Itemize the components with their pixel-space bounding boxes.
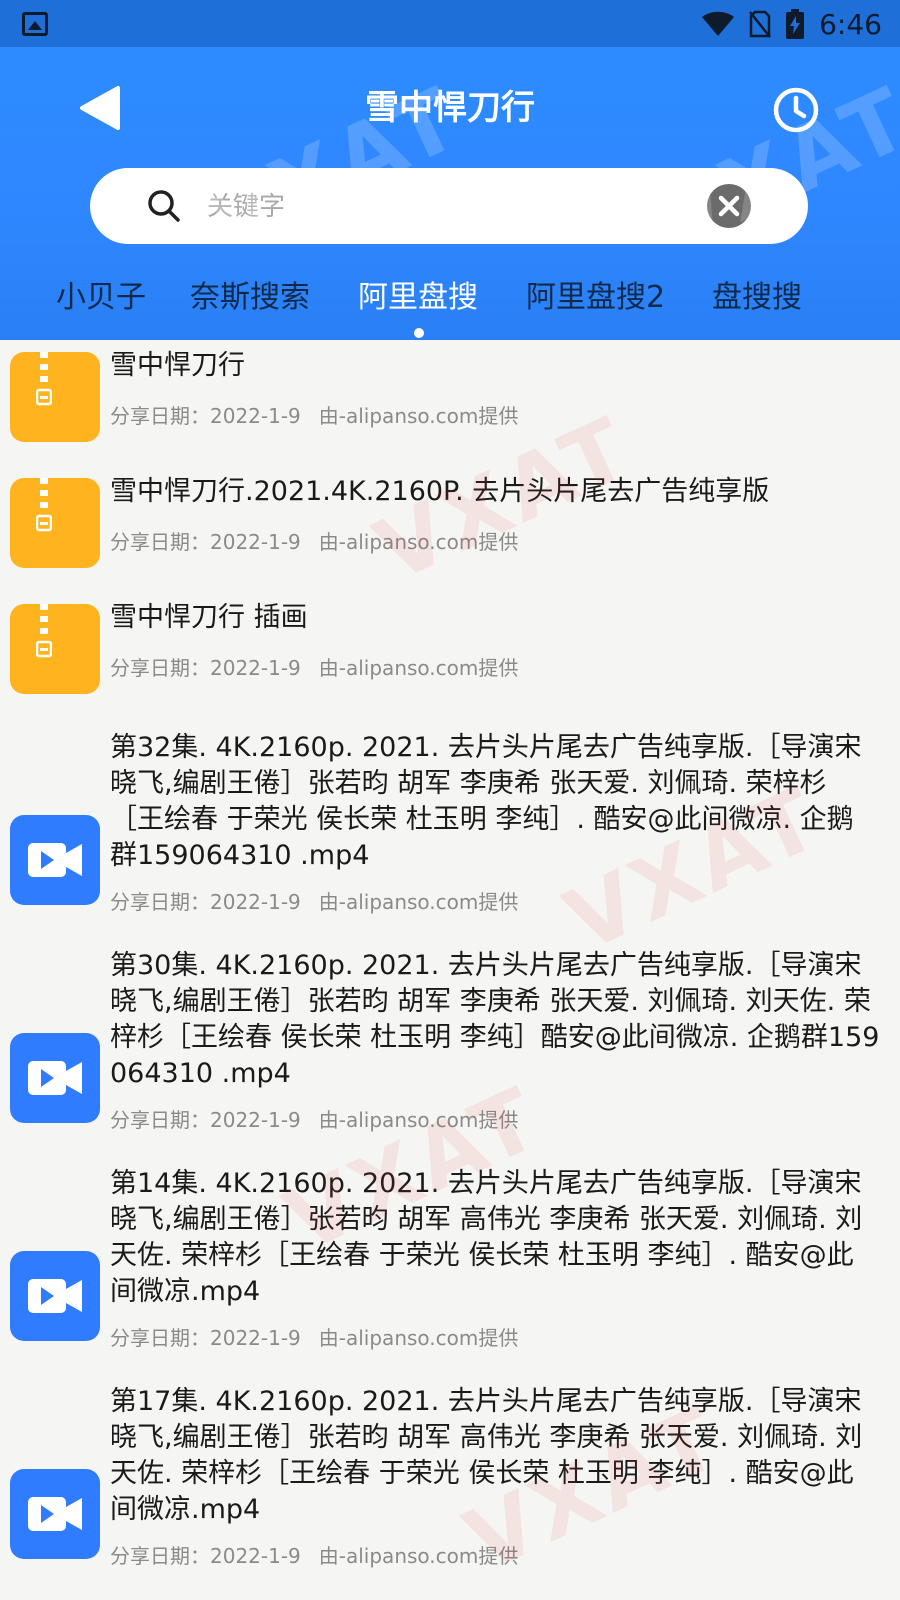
zip-icon — [10, 352, 100, 442]
result-meta: 分享日期：2022-1-9 由-alipanso.com提供 — [110, 528, 518, 556]
result-title: 第32集. 4K.2160p. 2021. 去片头片尾去广告纯享版.［导演宋晓飞… — [110, 732, 862, 871]
result-source: 由-alipanso.com提供 — [318, 656, 519, 680]
status-time: 6:46 — [819, 7, 882, 41]
list-item[interactable]: 第14集. 4K.2160p. 2021. 去片头片尾去广告纯享版.［导演宋晓飞… — [0, 1166, 900, 1366]
list-item[interactable]: 雪中悍刀行 插画 分享日期：2022-1-9 由-alipanso.com提供 — [0, 592, 900, 712]
no-sim-icon — [749, 10, 772, 38]
search-bar — [90, 168, 808, 244]
list-item[interactable]: 第30集. 4K.2160p. 2021. 去片头片尾去广告纯享版.［导演宋晓飞… — [0, 948, 900, 1148]
share-date: 分享日期：2022-1-9 — [110, 1326, 301, 1350]
source-tabs: 小贝子 奈斯搜索 阿里盘搜 阿里盘搜2 盘搜搜 — [0, 270, 900, 330]
tab-alipan-search-2[interactable]: 阿里盘搜2 — [526, 270, 665, 326]
status-icons: 6:46 — [701, 6, 882, 42]
result-source: 由-alipanso.com提供 — [318, 1326, 519, 1350]
list-item[interactable]: 第32集. 4K.2160p. 2021. 去片头片尾去广告纯享版.［导演宋晓飞… — [0, 730, 900, 930]
battery-charging-icon — [786, 9, 805, 39]
result-title: 雪中悍刀行.2021.4K.2160P. 去片头片尾去广告纯享版 — [110, 476, 770, 507]
wifi-icon — [702, 11, 735, 36]
result-meta: 分享日期：2022-1-9 由-alipanso.com提供 — [110, 402, 518, 430]
result-meta: 分享日期：2022-1-9 由-alipanso.com提供 — [110, 1106, 518, 1134]
result-source: 由-alipanso.com提供 — [318, 1108, 519, 1132]
list-item[interactable]: 第17集. 4K.2160p. 2021. 去片头片尾去广告纯享版.［导演宋晓飞… — [0, 1384, 900, 1584]
share-date: 分享日期：2022-1-9 — [110, 890, 301, 914]
video-icon — [10, 1251, 100, 1341]
result-title: 第14集. 4K.2160p. 2021. 去片头片尾去广告纯享版.［导演宋晓飞… — [110, 1168, 863, 1307]
share-date: 分享日期：2022-1-9 — [110, 530, 301, 554]
result-source: 由-alipanso.com提供 — [318, 890, 519, 914]
image-icon — [22, 12, 48, 36]
search-icon — [148, 190, 180, 222]
clock-icon[interactable] — [772, 86, 820, 134]
result-title: 雪中悍刀行 插画 — [110, 602, 308, 633]
video-icon — [10, 815, 100, 905]
result-title: 第17集. 4K.2160p. 2021. 去片头片尾去广告纯享版.［导演宋晓飞… — [110, 1386, 863, 1525]
result-meta: 分享日期：2022-1-9 由-alipanso.com提供 — [110, 1542, 518, 1570]
share-date: 分享日期：2022-1-9 — [110, 656, 301, 680]
video-icon — [10, 1469, 100, 1559]
list-item[interactable]: 雪中悍刀行 分享日期：2022-1-9 由-alipanso.com提供 — [0, 340, 900, 460]
share-date: 分享日期：2022-1-9 — [110, 1108, 301, 1132]
result-meta: 分享日期：2022-1-9 由-alipanso.com提供 — [110, 654, 518, 682]
video-icon — [10, 1033, 100, 1123]
result-meta: 分享日期：2022-1-9 由-alipanso.com提供 — [110, 1324, 518, 1352]
share-date: 分享日期：2022-1-9 — [110, 1544, 301, 1568]
tab-alipan-search[interactable]: 阿里盘搜 — [358, 270, 478, 326]
zip-icon — [10, 604, 100, 694]
result-meta: 分享日期：2022-1-9 由-alipanso.com提供 — [110, 888, 518, 916]
result-source: 由-alipanso.com提供 — [318, 404, 519, 428]
share-date: 分享日期：2022-1-9 — [110, 404, 301, 428]
result-source: 由-alipanso.com提供 — [318, 530, 519, 554]
zip-icon — [10, 478, 100, 568]
list-item[interactable]: 雪中悍刀行.2021.4K.2160P. 去片头片尾去广告纯享版 分享日期：20… — [0, 466, 900, 586]
result-source: 由-alipanso.com提供 — [318, 1544, 519, 1568]
search-input[interactable] — [205, 182, 679, 232]
result-title: 雪中悍刀行 — [110, 350, 245, 381]
tab-pansousou[interactable]: 盘搜搜 — [712, 270, 802, 326]
tab-xiaobeizi[interactable]: 小贝子 — [56, 270, 146, 326]
result-title: 第30集. 4K.2160p. 2021. 去片头片尾去广告纯享版.［导演宋晓飞… — [110, 950, 880, 1089]
status-bar: 6:46 — [0, 0, 900, 47]
tab-naisi-search[interactable]: 奈斯搜索 — [190, 270, 310, 326]
active-tab-indicator — [414, 328, 424, 338]
page-title: 雪中悍刀行 — [365, 88, 535, 128]
clear-search-icon[interactable] — [707, 184, 751, 228]
